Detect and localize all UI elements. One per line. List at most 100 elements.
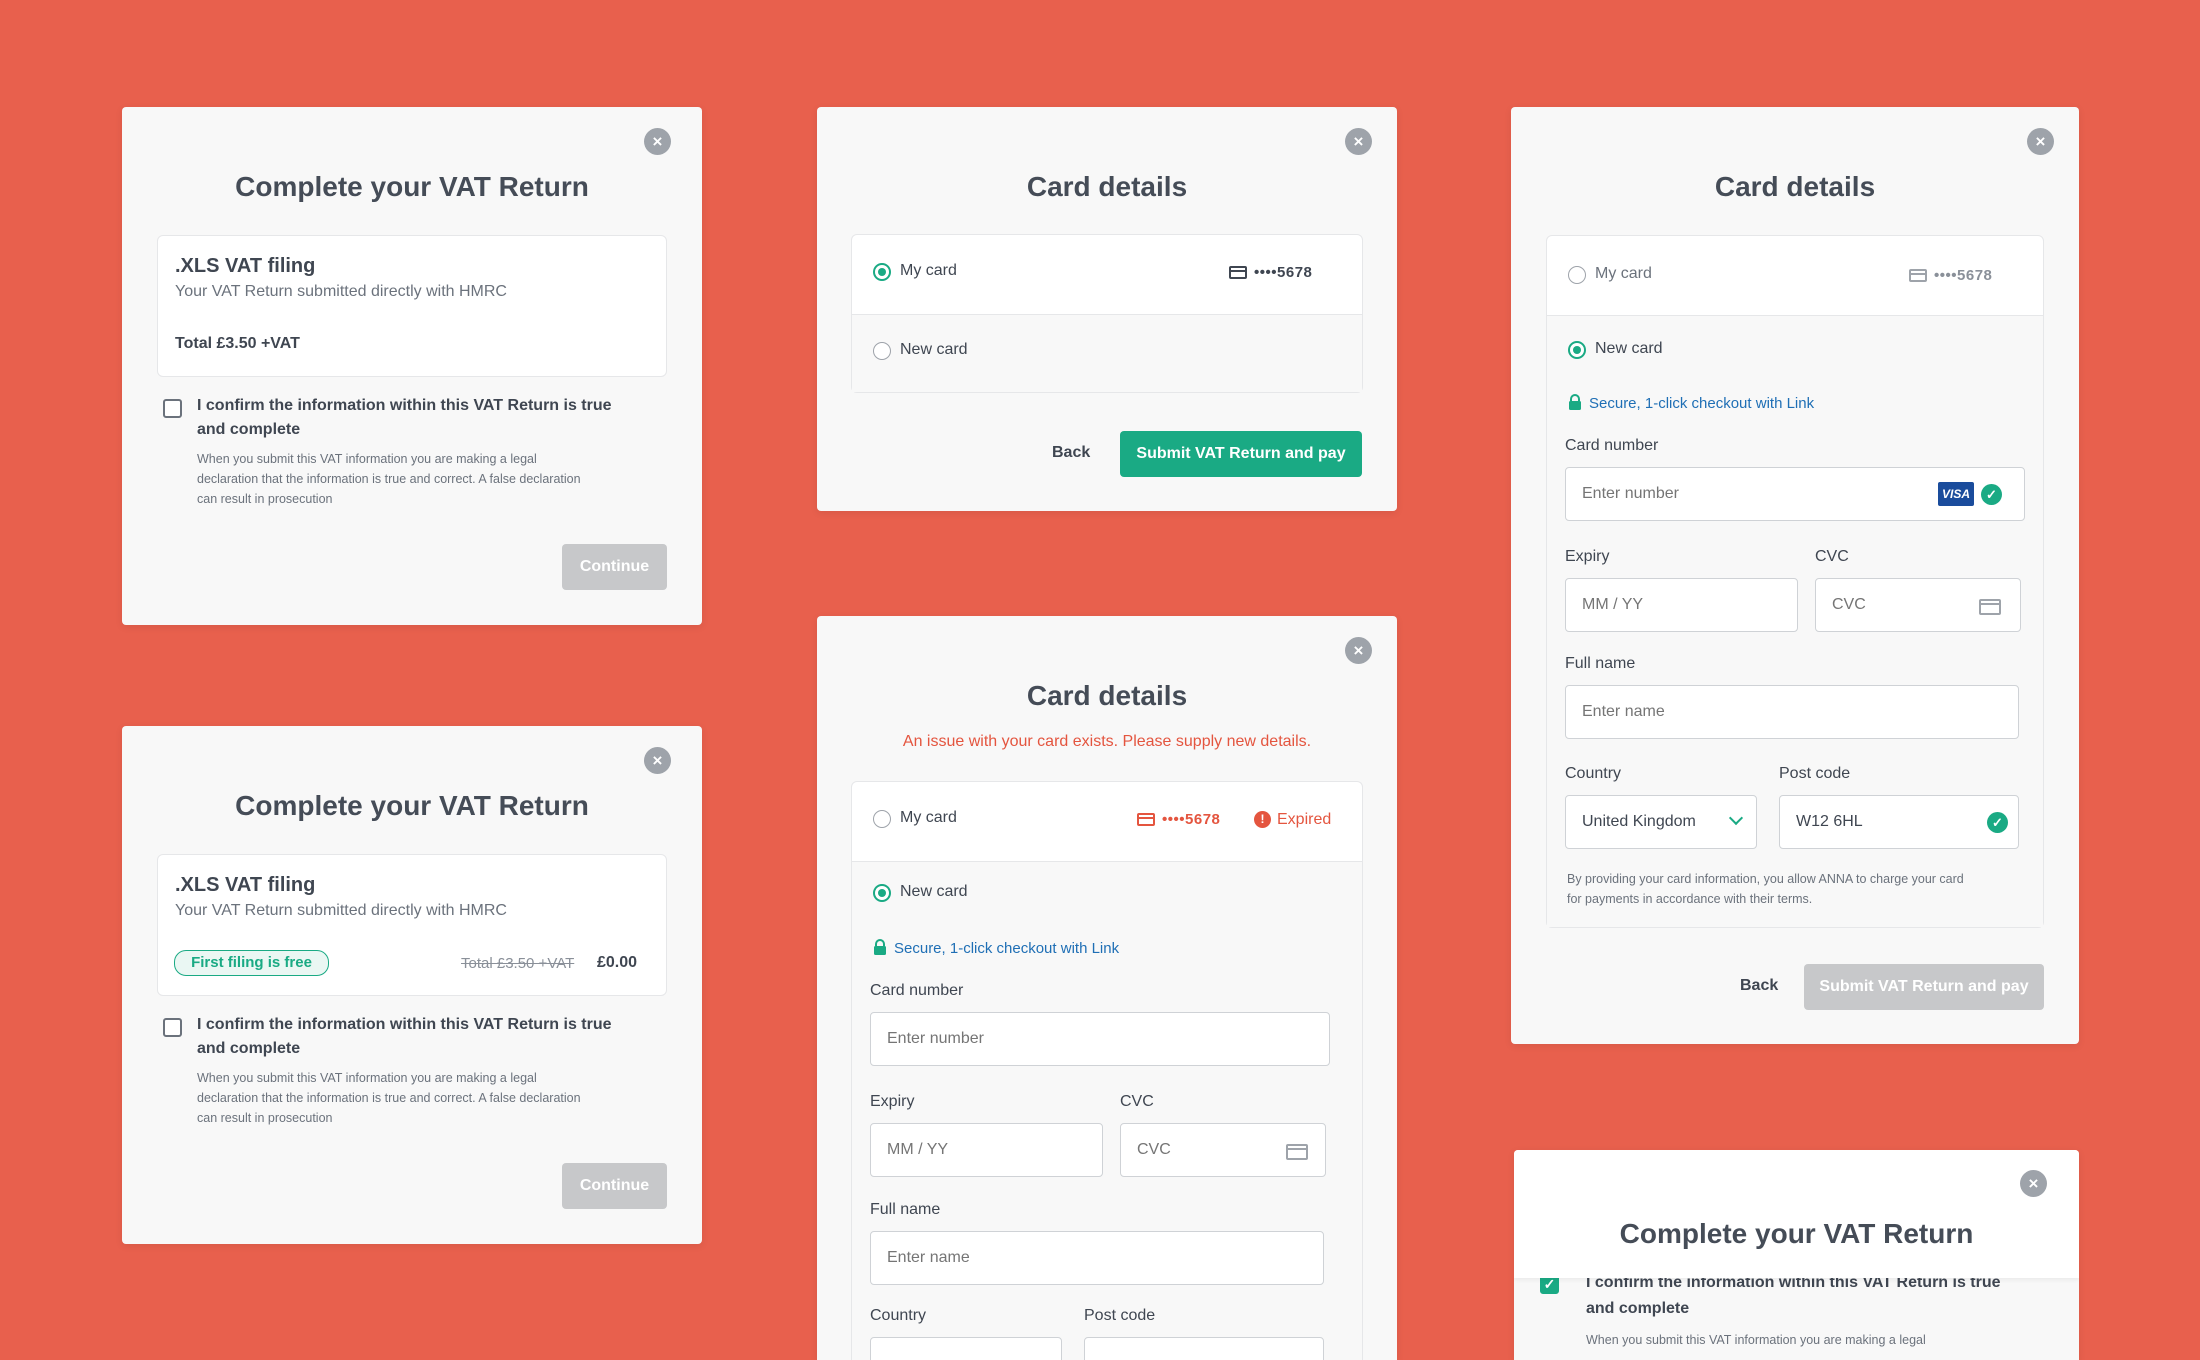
confirm-line-2: and complete (1586, 1300, 1690, 1317)
legal-line-1: When you submit this VAT information you… (197, 452, 537, 466)
card-number: ••••5678 (1934, 267, 1993, 284)
full-name-label: Full name (870, 1201, 941, 1218)
my-card-radio[interactable] (873, 810, 891, 828)
lock-icon (874, 939, 886, 955)
alert-icon: ! (1254, 811, 1271, 828)
my-card-radio[interactable] (873, 263, 891, 281)
country-label: Country (1565, 765, 1622, 782)
legal-declaration: When you submit this VAT information you… (197, 1068, 581, 1128)
expiry-label: Expiry (1565, 548, 1610, 565)
vat-return-modal-1: × Complete your VAT Return .XLS VAT fili… (122, 107, 702, 625)
check-icon: ✓ (1987, 812, 2008, 833)
card-number-label: Card number (870, 982, 964, 999)
expired-label: Expired (1277, 811, 1332, 828)
submit-pay-button[interactable]: Submit VAT Return and pay (1120, 431, 1362, 477)
error-message: An issue with your card exists. Please s… (902, 733, 1312, 750)
confirm-line-1: I confirm the information within this VA… (197, 397, 612, 414)
modal-title: Complete your VAT Return (235, 790, 589, 821)
card-number: ••••5678 (1254, 264, 1313, 281)
continue-button[interactable]: Continue (562, 544, 667, 590)
secure-link[interactable]: Secure, 1-click checkout with Link (894, 940, 1119, 957)
card-details-modal-saved: × Card details My card ••••5678 New card… (817, 107, 1397, 511)
consent-text: By providing your card information, you … (1567, 869, 1964, 909)
plan-subtitle: Your VAT Return submitted directly with … (175, 902, 507, 919)
payment-options: My card ••••5678 New card (851, 234, 1363, 393)
legal-declaration: When you submit this VAT information you… (197, 449, 581, 509)
plan-subtitle: Your VAT Return submitted directly with … (175, 283, 507, 300)
vat-return-modal-3: × Complete your VAT Return ✓ I confirm t… (1514, 1150, 2079, 1360)
new-card-radio[interactable] (873, 884, 891, 902)
consent-line-1: By providing your card information, you … (1567, 872, 1964, 886)
plan-total: Total £3.50 +VAT (175, 335, 300, 352)
confirm-line-1: I confirm the information within this VA… (197, 1016, 612, 1033)
vat-return-modal-2: × Complete your VAT Return .XLS VAT fili… (122, 726, 702, 1244)
new-price: £0.00 (597, 954, 638, 971)
back-button[interactable]: Back (1052, 444, 1090, 462)
new-card-radio[interactable] (1568, 341, 1586, 359)
my-card-radio[interactable] (1568, 266, 1586, 284)
my-card-label: My card (900, 809, 957, 826)
legal-line-2: declaration that the information is true… (197, 1091, 581, 1105)
free-badge: First filing is free (174, 950, 329, 976)
full-name-input[interactable] (870, 1231, 1324, 1285)
country-label: Country (870, 1307, 927, 1324)
new-card-section: New card Secure, 1-click checkout with L… (852, 862, 1362, 1360)
close-icon[interactable]: × (644, 747, 671, 774)
secure-link[interactable]: Secure, 1-click checkout with Link (1589, 395, 1814, 412)
close-icon[interactable]: × (1345, 128, 1372, 155)
payment-options: My card ••••5678 ! Expired New card Secu… (851, 781, 1363, 1360)
modal-title: Card details (1026, 680, 1188, 711)
country-select[interactable]: United Kingdom (1565, 795, 1757, 849)
postcode-input[interactable]: W12 6HL (1779, 795, 2019, 849)
cvc-card-icon (1286, 1144, 1308, 1160)
modal-header: × Complete your VAT Return (1514, 1150, 2079, 1278)
modal-title: Complete your VAT Return (235, 171, 589, 202)
close-icon[interactable]: × (2027, 128, 2054, 155)
old-price: Total £3.50 +VAT (461, 955, 575, 972)
new-card-radio[interactable] (873, 342, 891, 360)
confirm-checkbox[interactable] (163, 399, 182, 418)
new-card-section: New card Secure, 1-click checkout with L… (1547, 316, 2043, 927)
expiry-input[interactable] (1565, 578, 1798, 632)
modal-title: Complete your VAT Return (1619, 1218, 1974, 1249)
cvc-card-icon (1979, 599, 2001, 615)
cvc-label: CVC (1120, 1093, 1154, 1110)
plan-title: .XLS VAT filing (175, 255, 316, 277)
submit-pay-button[interactable]: Submit VAT Return and pay (1804, 964, 2044, 1010)
card-number-input[interactable] (870, 1012, 1330, 1066)
country-select[interactable] (870, 1337, 1062, 1360)
lock-icon (1569, 394, 1581, 410)
new-card-row[interactable]: New card (852, 315, 1362, 392)
payment-options: My card ••••5678 New card Secure, 1-clic… (1546, 235, 2044, 928)
consent-line-2: for payments in accordance with their te… (1567, 892, 1813, 906)
postcode-label: Post code (1084, 1307, 1156, 1324)
new-card-label: New card (900, 341, 968, 358)
confirm-label: I confirm the information within this VA… (197, 1013, 612, 1061)
confirm-line-2: and complete (197, 421, 301, 438)
back-button[interactable]: Back (1740, 977, 1778, 995)
close-icon[interactable]: × (2020, 1170, 2047, 1197)
credit-card-icon (1229, 266, 1247, 279)
credit-card-icon (1909, 269, 1927, 282)
plan-card: .XLS VAT filing Your VAT Return submitte… (157, 854, 667, 996)
close-icon[interactable]: × (644, 128, 671, 155)
full-name-label: Full name (1565, 655, 1636, 672)
close-icon[interactable]: × (1345, 637, 1372, 664)
check-icon: ✓ (1981, 484, 2002, 505)
credit-card-icon (1137, 813, 1155, 826)
card-details-modal-expired: × Card details An issue with your card e… (817, 616, 1397, 1360)
expiry-label: Expiry (870, 1093, 915, 1110)
cvc-label: CVC (1815, 548, 1849, 565)
card-number-label: Card number (1565, 437, 1659, 454)
postcode-input[interactable] (1084, 1337, 1324, 1360)
my-card-label: My card (1595, 265, 1652, 282)
legal-line-3: can result in prosecution (197, 492, 333, 506)
full-name-input[interactable] (1565, 685, 2019, 739)
card-number: ••••5678 (1162, 811, 1221, 828)
continue-button[interactable]: Continue (562, 1163, 667, 1209)
new-card-label: New card (900, 883, 968, 900)
expiry-input[interactable] (870, 1123, 1103, 1177)
confirm-checkbox[interactable] (163, 1018, 182, 1037)
legal-line-3: can result in prosecution (197, 1111, 333, 1125)
plan-title: .XLS VAT filing (175, 874, 316, 896)
